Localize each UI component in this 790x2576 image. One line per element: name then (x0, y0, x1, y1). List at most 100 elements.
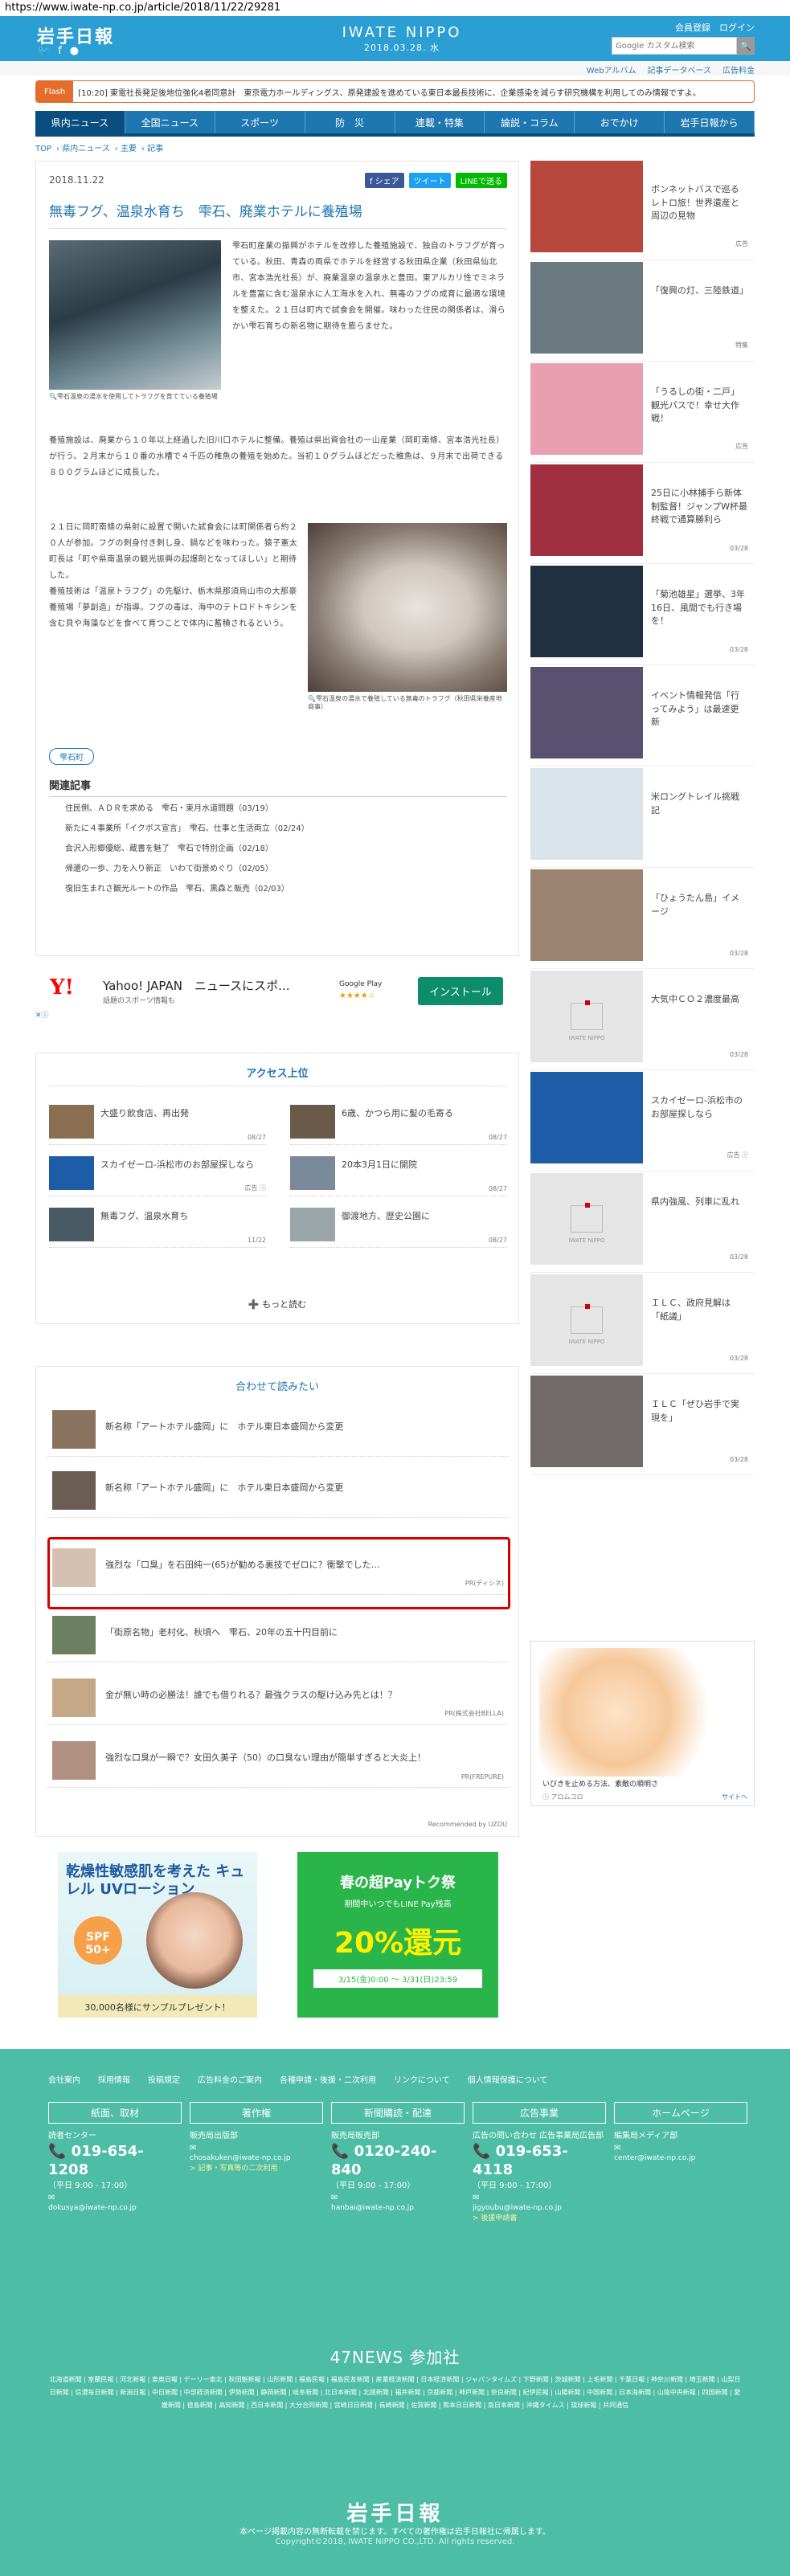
footer-link[interactable]: リンクについて (394, 2073, 450, 2085)
ranking-item[interactable]: スカイゼーロ-浜松市のお部屋探しなら 広告 ⓘ (49, 1153, 266, 1196)
article-photo-fish-tank[interactable] (49, 240, 221, 390)
nav-tab-local-news[interactable]: 県内ニュース (35, 111, 125, 133)
mail-icon[interactable]: ✉ (331, 2192, 465, 2204)
sidebar-item[interactable]: IWATE NIPPO 県内強風、列車に乱れ 03/28 (530, 1173, 755, 1273)
uzou-credit[interactable]: Recommended by UZOU (428, 1821, 507, 1828)
related-article-link[interactable]: 復旧生まれさ観光ルートの作品 雫石、黒森と販売（02/03） (49, 877, 507, 898)
recommended-item[interactable]: 強烈な口臭が一瞬で？女田久美子（50）の口臭ない理由が簡単すぎると大炎上！ PR(… (47, 1733, 509, 1788)
login-links[interactable]: 会員登録 ログイン (612, 21, 755, 34)
footer-sub-link[interactable]: > 記事・写真等の二次利用 (190, 2162, 323, 2173)
nav-tab-sports[interactable]: スポーツ (215, 111, 305, 133)
email-address[interactable]: chosakuken@iwate-np.co.jp (190, 2154, 323, 2162)
recommended-thumbnail (52, 1410, 96, 1449)
magnify-icon: 🔍 (308, 695, 316, 702)
phone-number[interactable]: 📞 019-654-1208 (48, 2142, 182, 2180)
ranking-item[interactable]: 御渡地方、歴史公園に 08/27 (290, 1204, 507, 1248)
line-icon[interactable]: ● (70, 45, 79, 57)
ranking-item[interactable]: 無毒フグ、温泉水育ち 11/22 (49, 1204, 266, 1248)
recommended-item[interactable]: 「街原名物」老村化、秋頃へ 雫石、20年の五十円目前に (47, 1608, 509, 1662)
subnav-item-album[interactable]: Webアルバム (587, 63, 637, 76)
breadcrumb-local[interactable]: 県内ニュース (62, 145, 110, 153)
mail-icon[interactable]: ✉ (48, 2192, 182, 2204)
subnav-item-ad-rates[interactable]: 広告料金 (722, 63, 755, 76)
sidebar-item[interactable]: 「菊池雄星」選挙、3年16日、風間でも行き場を！ 03/28 (530, 566, 755, 665)
install-button[interactable]: インストール (418, 977, 503, 1005)
footer-link[interactable]: 会社案内 (48, 2073, 80, 2085)
twitter-icon[interactable]: 🐦 (37, 45, 50, 57)
recommended-item[interactable]: 新名称「アートホテル盛岡」に ホテル東日本盛岡から変更 (47, 1463, 509, 1518)
phone-number[interactable]: 📞 0120-240-840 (331, 2142, 465, 2180)
search-input[interactable] (612, 37, 737, 55)
flash-news-ticker[interactable]: Flash [10:20] 東電社長発足後地位強化4者同意計 東京電力ホールディ… (35, 80, 755, 103)
participating-papers[interactable]: 北海道新聞 | 室蘭民報 | 河北新報 | 東奥日報 | デーリー東北 | 秋田… (48, 2374, 742, 2412)
sidebar-thumbnail (530, 363, 643, 455)
sidebar-item[interactable]: 25日に小林捕手ら新体制監督！ジャンプW杯最終戦で通算勝利ら 03/28 (530, 464, 755, 564)
sidebar-item[interactable]: ＩＬＣ「ぜひ岩手で実現を」 03/28 (530, 1376, 755, 1475)
read-more-button[interactable]: ➕ もっと読む (36, 1298, 518, 1310)
email-address[interactable]: jigyoubu@iwate-np.co.jp (473, 2204, 606, 2212)
sidebar-item-title: 「復興の灯、三陸鉄道」 (651, 285, 748, 296)
breadcrumb-top[interactable]: TOP (35, 145, 51, 153)
related-article-link[interactable]: 住民側、ＡＤＲを求める 雫石・東月水道問題（03/19） (49, 797, 507, 817)
facebook-icon[interactable]: f (58, 45, 62, 57)
sidebar-ad[interactable]: いびきを止める方法、素敵の順明さ ⓘ アロムコロ サイトへ (530, 1641, 755, 1806)
phone-number[interactable]: 📞 019-653-4118 (473, 2142, 606, 2180)
ranking-item[interactable]: 大盛り飲食店、再出発 08/27 (49, 1102, 266, 1145)
facebook-share-button[interactable]: f シェア (364, 173, 404, 188)
ad-site-link[interactable]: サイトへ (722, 1793, 747, 1801)
sidebar-item[interactable]: IWATE NIPPO ＩＬＣ、政府見解は「紙議」 03/28 (530, 1274, 755, 1374)
nav-tab-outings[interactable]: おでかけ (575, 111, 665, 133)
related-article-link[interactable]: 新たに４事業所「イクボス宣言」 雫石、仕事と生活両立（02/24） (49, 817, 507, 837)
ad-choices-icon[interactable]: ✕ⓘ (35, 1009, 49, 1020)
nav-tab-columns[interactable]: 論説・コラム (485, 111, 575, 133)
footer-department: 読者センター (48, 2132, 96, 2141)
article-photo-pufferfish[interactable] (308, 523, 507, 692)
recommended-item[interactable]: 新名称「アートホテル盛岡」に ホテル東日本盛岡から変更 (47, 1402, 509, 1457)
recommended-item[interactable]: 金が無い時の必勝法！誰でも借りれる？最強クラスの駆け込み先とは！？ PR(株式会社… (47, 1670, 509, 1725)
sidebar-item[interactable]: 「ひょうたん島」イメージ 03/28 (530, 869, 755, 969)
flash-text[interactable]: [10:20] 東電社長発足後地位強化4者同意計 東京電力ホールディングス、原発… (73, 86, 701, 98)
sidebar-item[interactable]: スカイゼーロ-浜松市のお部屋探しなら 広告 ⓘ (530, 1072, 755, 1171)
footer-link[interactable]: 広告料金のご案内 (198, 2073, 262, 2085)
sidebar-item[interactable]: 「うるしの街・二戸」観光パスで！幸せ大作戦！ 広告 (530, 363, 755, 463)
related-article-link[interactable]: 帰還の一歩、力を入り新正 いわて街景めぐり（02/05） (49, 857, 507, 877)
sidebar-item[interactable]: イベント情報発信「行ってみよう」は最速更新 (530, 667, 755, 767)
sidebar-item[interactable]: 「復興の灯、三陸鉄道」 特集 (530, 262, 755, 362)
article: 2018.11.22 f シェア ツイート LINEで送る 無毒フグ、温泉水育ち… (35, 161, 519, 956)
sidebar-item-date: 03/28 (729, 1051, 748, 1058)
breadcrumb-main[interactable]: 主要 (121, 145, 137, 153)
search-button[interactable]: 🔍 (737, 37, 755, 55)
ranking-title-text: 無毒フグ、温泉水育ち (100, 1211, 189, 1221)
tweet-button[interactable]: ツイート (408, 173, 451, 188)
mail-icon[interactable]: ✉ (190, 2142, 323, 2154)
email-address[interactable]: center@iwate-np.co.jp (614, 2154, 747, 2162)
office-hours: （平日 9:00 - 17:00） (48, 2181, 133, 2190)
mail-icon[interactable]: ✉ (473, 2192, 606, 2204)
footer-link[interactable]: 各種申請・後援・二次利用 (280, 2073, 376, 2085)
mail-icon[interactable]: ✉ (614, 2142, 747, 2154)
nav-tab-features[interactable]: 連載・特集 (395, 111, 485, 133)
footer-link[interactable]: 採用情報 (98, 2073, 130, 2085)
curel-uv-ad[interactable]: 乾燥性敏感肌を考えた キュレル UVローション SPF 50+ 30,000名様… (58, 1852, 257, 2018)
footer-link[interactable]: 投稿規定 (148, 2073, 180, 2085)
subnav-item-database[interactable]: 記事データベース (648, 63, 712, 76)
footer-sub-link[interactable]: > 後援申請書 (473, 2212, 606, 2222)
topic-tag[interactable]: 雫石町 (49, 748, 94, 765)
sidebar-item[interactable]: IWATE NIPPO 大気中ＣＯ２濃度最高 03/28 (530, 971, 755, 1070)
nav-tab-disaster[interactable]: 防 災 (305, 111, 395, 133)
sidebar-item[interactable]: 米ロングトレイル挑戦記 (530, 768, 755, 868)
email-address[interactable]: hanbai@iwate-np.co.jp (331, 2204, 465, 2212)
line-share-button[interactable]: LINEで送る (455, 173, 507, 188)
footer-link[interactable]: 個人情報保護について (468, 2073, 548, 2085)
related-article-link[interactable]: 会沢入形郷優総、蔵書を魅了 雫石で特別企画（02/18） (49, 837, 507, 857)
ranking-item[interactable]: 6歳、かつら用に髪の毛寄る 08/27 (290, 1102, 507, 1145)
nav-tab-from-nippo[interactable]: 岩手日報から (665, 111, 755, 133)
nav-tab-national-news[interactable]: 全国ニュース (125, 111, 215, 133)
sidebar-item[interactable]: ボンネットバスで巡るレトロ旅！世界遺産と周辺の見物 広告 (530, 161, 755, 260)
yahoo-app-ad[interactable]: Y! Yahoo! JAPAN ニュースにスポ... 話題のスポーツ情報も Go… (35, 964, 519, 1019)
address-bar[interactable]: https://www.iwate-np.co.jp/article/2018/… (0, 0, 790, 16)
line-pay-ad[interactable]: 春の超Payトク祭 期間中いつでもLINE Pay残高 20%還元 3/15(金… (297, 1852, 498, 2018)
ranking-item[interactable]: 20本3月1日に開院 08/27 (290, 1153, 507, 1196)
footer-contact-column: 新聞購読・配達 販売局販売部 📞 0120-240-840 （平日 9:00 - 17… (331, 2102, 465, 2212)
email-address[interactable]: dokusya@iwate-np.co.jp (48, 2204, 182, 2212)
